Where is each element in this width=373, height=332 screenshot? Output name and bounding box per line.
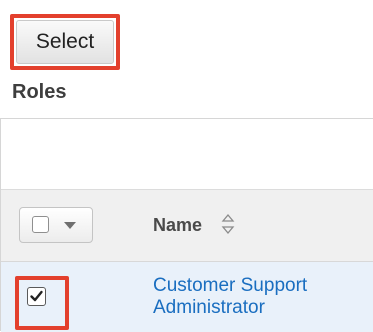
list-pagination-bar: [1, 119, 373, 190]
mass-select-dropdown[interactable]: [19, 207, 93, 243]
sort-icon[interactable]: [221, 213, 235, 235]
chevron-down-icon[interactable]: [64, 222, 76, 229]
table-header-row: Name: [1, 190, 373, 262]
table-row: Customer Support Administrator: [1, 262, 373, 332]
roles-list-panel: Name Customer Support Administrator: [0, 118, 373, 332]
record-link-name[interactable]: Customer Support Administrator: [153, 275, 363, 319]
row-checkbox[interactable]: [27, 287, 46, 306]
section-title: Roles: [12, 81, 67, 103]
column-header-name[interactable]: Name: [153, 214, 202, 236]
checkmark-icon: [30, 290, 43, 302]
select-button[interactable]: Select: [16, 20, 114, 64]
select-all-checkbox[interactable]: [32, 216, 49, 233]
